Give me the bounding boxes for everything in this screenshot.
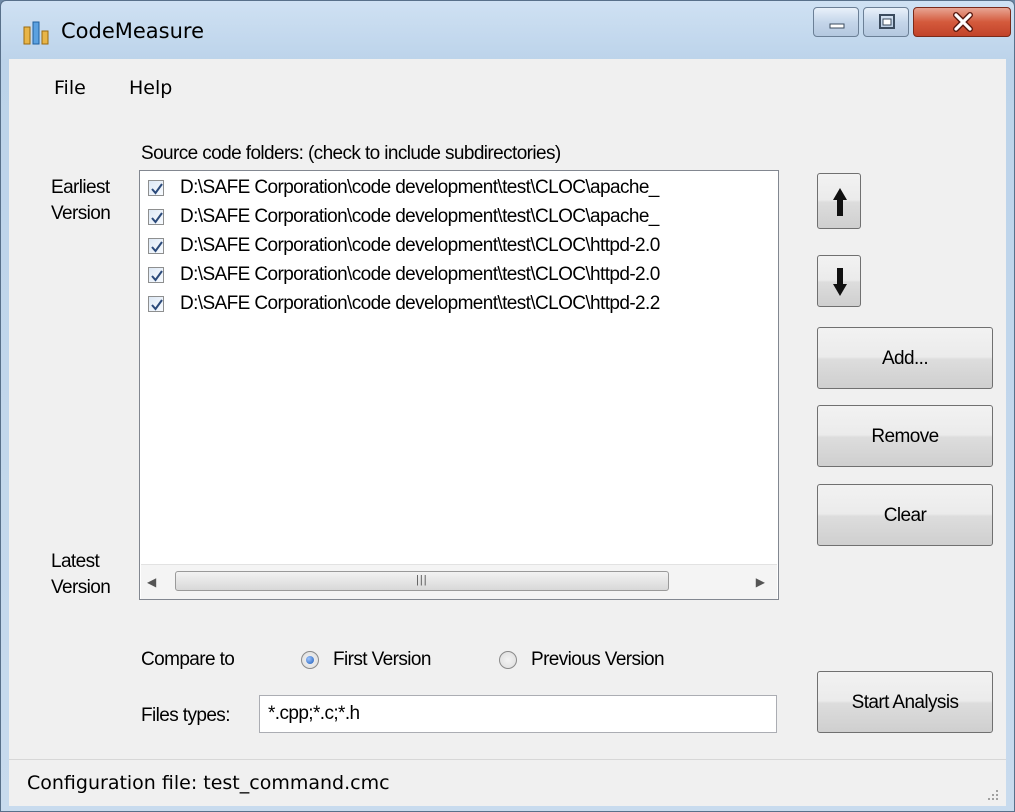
move-up-button[interactable] [817, 173, 861, 229]
minimize-button[interactable] [813, 7, 859, 37]
title-bar[interactable]: CodeMeasure [1, 1, 1014, 59]
checkmark-icon [151, 183, 163, 195]
previous-version-radio[interactable] [499, 651, 517, 669]
menu-bar: File Help [9, 59, 1006, 109]
menu-help[interactable]: Help [129, 77, 172, 99]
close-icon [953, 12, 973, 32]
scroll-left-icon[interactable]: ◀ [147, 575, 156, 589]
status-text: Configuration file: test_command.cmc [27, 772, 390, 794]
status-bar: Configuration file: test_command.cmc [9, 759, 1006, 806]
maximize-icon [879, 14, 895, 29]
checkmark-icon [151, 212, 163, 224]
client-area: File Help Source code folders: (check to… [9, 59, 1006, 806]
source-folders-label: Source code folders: (check to include s… [141, 143, 561, 164]
checkmark-icon [151, 299, 163, 311]
folder-path: D:\SAFE Corporation\code development\tes… [180, 293, 660, 314]
list-item[interactable]: D:\SAFE Corporation\code development\tes… [148, 204, 778, 232]
subdirectory-checkbox[interactable] [148, 238, 164, 254]
folder-path: D:\SAFE Corporation\code development\tes… [180, 206, 659, 227]
grip-icon: ||| [416, 574, 428, 586]
file-types-label: Files types: [141, 705, 230, 726]
add-button[interactable]: Add... [817, 327, 993, 389]
subdirectory-checkbox[interactable] [148, 296, 164, 312]
arrow-down-icon [833, 268, 847, 296]
list-item[interactable]: D:\SAFE Corporation\code development\tes… [148, 262, 778, 290]
folder-path: D:\SAFE Corporation\code development\tes… [180, 235, 660, 256]
compare-to-label: Compare to [141, 649, 235, 670]
app-window: CodeMeasure File Help Source code folder… [0, 0, 1015, 812]
minimize-icon [829, 23, 845, 29]
folder-path: D:\SAFE Corporation\code development\tes… [180, 177, 659, 198]
list-item[interactable]: D:\SAFE Corporation\code development\tes… [148, 233, 778, 261]
checkmark-icon [151, 241, 163, 253]
remove-button[interactable]: Remove [817, 405, 993, 467]
maximize-button[interactable] [863, 7, 909, 37]
resize-grip-icon[interactable] [984, 786, 1000, 802]
scroll-right-icon[interactable]: ▶ [756, 575, 765, 589]
subdirectory-checkbox[interactable] [148, 267, 164, 283]
horizontal-scrollbar[interactable]: ◀ ||| ▶ [141, 564, 777, 599]
subdirectory-checkbox[interactable] [148, 209, 164, 225]
move-down-button[interactable] [817, 255, 861, 307]
first-version-label[interactable]: First Version [333, 649, 431, 671]
menu-file[interactable]: File [54, 77, 86, 99]
folder-list[interactable]: D:\SAFE Corporation\code development\tes… [139, 170, 779, 600]
list-item[interactable]: D:\SAFE Corporation\code development\tes… [148, 175, 778, 203]
window-title: CodeMeasure [61, 19, 205, 43]
scroll-thumb[interactable]: ||| [175, 571, 669, 591]
checkmark-icon [151, 270, 163, 282]
close-button[interactable] [913, 7, 1011, 37]
first-version-radio[interactable] [301, 651, 319, 669]
file-types-input[interactable] [259, 695, 777, 733]
folder-path: D:\SAFE Corporation\code development\tes… [180, 264, 660, 285]
earliest-version-label: Earliest Version [51, 177, 111, 224]
subdirectory-checkbox[interactable] [148, 180, 164, 196]
clear-button[interactable]: Clear [817, 484, 993, 546]
start-analysis-button[interactable]: Start Analysis [817, 671, 993, 733]
list-item[interactable]: D:\SAFE Corporation\code development\tes… [148, 291, 778, 319]
arrow-up-icon [833, 188, 847, 216]
radio-selected-dot [306, 656, 314, 664]
bar-chart-icon [23, 21, 49, 45]
previous-version-label[interactable]: Previous Version [531, 649, 665, 671]
latest-version-label: Latest Version [51, 551, 111, 598]
